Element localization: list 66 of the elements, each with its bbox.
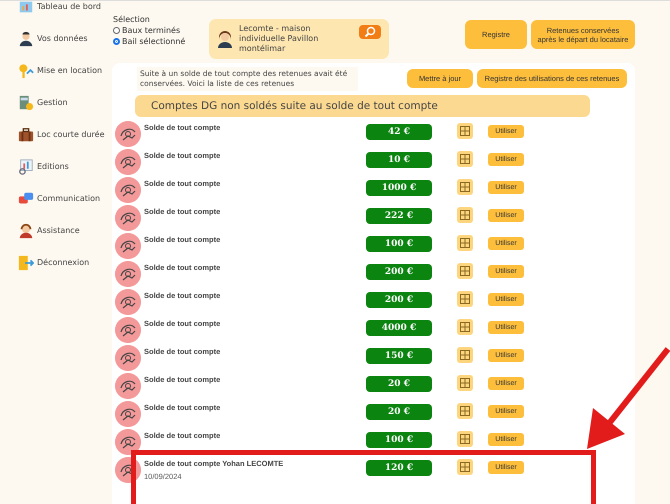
grid-button[interactable] — [457, 318, 473, 334]
person-icon — [18, 30, 34, 46]
grid-button[interactable] — [457, 430, 473, 446]
grid-button[interactable] — [457, 458, 473, 474]
grid-button[interactable] — [457, 122, 473, 138]
grid-icon — [460, 154, 470, 164]
sidebar-item[interactable]: Déconnexion — [18, 253, 110, 272]
grid-icon — [460, 182, 470, 192]
sidebar-item[interactable]: Vos données — [18, 29, 110, 48]
grid-button[interactable] — [457, 150, 473, 166]
grid-icon — [460, 238, 470, 248]
grid-icon — [460, 210, 470, 220]
grid-button[interactable] — [457, 374, 473, 390]
lease-name: Lecomte - maison individuelle Pavillon montélimar — [239, 24, 320, 54]
amount-badge: 222 € — [366, 208, 432, 224]
exit-icon — [18, 254, 34, 270]
grid-icon — [460, 406, 470, 416]
chart-icon — [18, 1, 34, 14]
amount-badge: 200 € — [366, 292, 432, 308]
amount-badge: 100 € — [366, 432, 432, 448]
sidebar-item[interactable]: Mise en location — [18, 61, 110, 80]
radio-button[interactable] — [113, 38, 120, 45]
amount-badge: 10 € — [366, 152, 432, 168]
amount-badge: 4000 € — [366, 320, 432, 336]
grid-button[interactable] — [457, 234, 473, 250]
section-header: Comptes DG non soldés suite au solde de tout compte — [135, 94, 590, 116]
key-icon — [18, 62, 34, 78]
selection-label: Sélection — [113, 15, 151, 24]
amount-badge: 150 € — [366, 348, 432, 364]
grid-icon — [460, 266, 470, 276]
sidebar-item[interactable]: Tableau de bord — [18, 1, 110, 16]
grid-icon — [460, 462, 470, 472]
radio-option[interactable]: Baux terminés — [113, 26, 201, 35]
search-icon — [364, 26, 376, 38]
grid-button[interactable] — [457, 402, 473, 418]
radio-button[interactable] — [113, 27, 120, 34]
amount-badge: 100 € — [366, 236, 432, 252]
radio-option[interactable]: Bail sélectionné — [113, 37, 201, 46]
grid-button[interactable] — [457, 262, 473, 278]
sidebar-item[interactable]: Communication — [18, 189, 110, 208]
amount-badge: 20 € — [366, 376, 432, 392]
chat-icon — [18, 190, 34, 206]
grid-button[interactable] — [457, 206, 473, 222]
sidebar-item[interactable]: Assistance — [18, 221, 110, 240]
amount-badge: 1000 € — [366, 180, 432, 196]
grid-icon — [460, 378, 470, 388]
grid-icon — [460, 350, 470, 360]
doc-icon — [18, 158, 34, 174]
amount-badge: 42 € — [366, 124, 432, 140]
grid-icon — [460, 126, 470, 136]
grid-icon — [460, 322, 470, 332]
woman-avatar-icon — [217, 30, 233, 48]
grid-icon — [460, 294, 470, 304]
amount-badge: 20 € — [366, 404, 432, 420]
grid-button[interactable] — [457, 178, 473, 194]
case-icon — [18, 126, 34, 142]
grid-button[interactable] — [457, 346, 473, 362]
grid-button[interactable] — [457, 290, 473, 306]
sidebar-item[interactable]: Gestion — [18, 93, 110, 112]
amount-badge: 120 € — [366, 460, 432, 476]
support-icon — [18, 222, 34, 238]
sidebar-item[interactable]: Editions — [18, 157, 110, 176]
search-button[interactable] — [359, 25, 381, 39]
sidebar-item[interactable]: Loc courte durée — [18, 125, 110, 144]
amount-badge: 200 € — [366, 264, 432, 280]
grid-icon — [460, 434, 470, 444]
